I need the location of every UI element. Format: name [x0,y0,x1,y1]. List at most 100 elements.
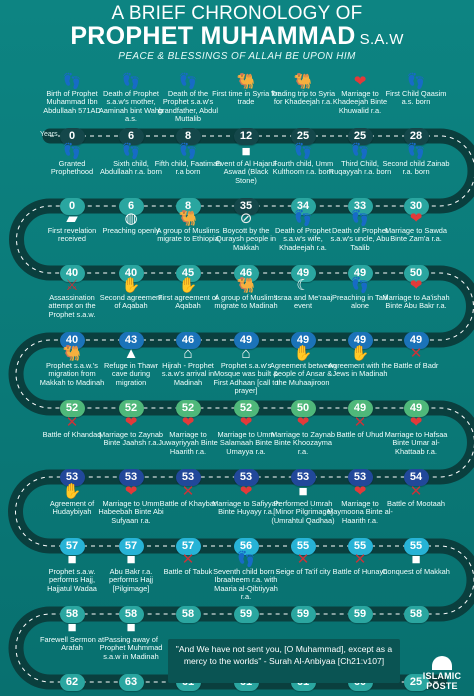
year-node: 28 [403,127,429,145]
crossed-swords-icon: ✕ [353,414,367,431]
camel-icon: 🐫 [236,277,256,294]
camel-icon: 🐫 [178,210,198,227]
event-label: First Child Qaasim a.s. born [385,89,447,107]
footprints-icon: 👣 [293,143,313,160]
globe-icon: ◍ [124,210,138,227]
event-label: Battle of Mootaah [387,499,445,508]
footprints-icon: 👣 [121,73,141,90]
kaaba-icon: ■ [126,619,136,636]
hearts-icon: ❤ [296,414,310,431]
year-node: 25 [290,127,316,145]
camel-icon: 🐫 [293,73,313,90]
hearts-icon: ❤ [409,414,423,431]
footprints-icon: 👣 [293,210,313,227]
footprints-icon: 👣 [350,210,370,227]
event-label: Granted Prophethood [50,159,94,177]
camel-icon: 🐫 [62,345,82,362]
footprints-icon: 👣 [178,73,198,90]
event-label: First revelation received [47,226,97,244]
event-label: Birth of Prophet Muhammad Ibn Abdullaah … [43,89,101,115]
year-node: 63 [118,673,144,691]
year-node: 59 [290,605,316,623]
years-label: Years [40,131,58,138]
kaaba-icon: ■ [241,143,251,160]
crossed-swords-icon: ✕ [409,483,423,500]
crossed-swords-icon: ✕ [409,345,423,362]
moon-icon: ☾ [296,277,310,294]
year-node: 59 [347,605,373,623]
event-label: Assassination attempt on the Prophet s.a… [48,293,96,319]
event-label: Battle of Badr [393,361,439,370]
quran-icon: ▰ [66,210,78,227]
year-node: 6 [118,127,144,145]
mosque-icon: ⌂ [241,345,251,362]
footprints-icon: 👣 [350,143,370,160]
event-label: Seventh child born - Ibraaheem r.a. with… [213,567,279,602]
year-node: 58 [403,605,429,623]
event-label: Abu Bakr r.a. performs Hajj [Pilgimage] [109,567,153,593]
handshake-icon: ✋ [178,277,198,294]
event-label: Battle of Khandaq [42,430,102,439]
hearts-icon: ❤ [239,414,253,431]
year-node: 58 [175,605,201,623]
event-label: Event of Al Hajarul Aswad (Black Stone) [215,159,277,185]
hearts-icon: ❤ [353,483,367,500]
hearts-icon: ❤ [181,414,195,431]
footprints-icon: 👣 [350,277,370,294]
sword-icon: ⚔ [65,277,79,294]
crossed-swords-icon: ✕ [353,551,367,568]
mountain-icon: ▲ [123,345,139,362]
year-node: 25 [347,127,373,145]
event-label: Second agreement of Aqabah [99,293,163,311]
event-label: Farewell Sermon at Arafah [39,635,105,653]
event-label: Marriage to Zaynab Binte Jaahsh r.a. [98,430,164,448]
year-node: 12 [233,127,259,145]
event-label: A group of Muslims migrate to Madinah [214,293,278,311]
handshake-icon: ✋ [62,483,82,500]
event-label: Prophet s.a.w.'s migration from Makkah t… [39,361,105,387]
kaaba-icon: ■ [411,551,421,568]
year-node: 59 [233,605,259,623]
infographic-canvas: A BRIEF CHRONOLOGY OF PROPHET MUHAMMAD S.… [0,0,474,696]
mosque-dome-icon [432,656,452,670]
event-label: Marriage to Sawda Binte Zam'a r.a. [384,226,448,244]
handshake-icon: ✋ [350,345,370,362]
event-label: Passing away of Prophet Muhmmad s.a.w in… [99,635,163,661]
brand-name: ISLAMIC POSTE [422,671,462,691]
year-node: 0 [59,127,85,145]
crossed-swords-icon: ✕ [181,551,195,568]
event-label: Sixth child, Abdullaah r.a. born [99,159,163,177]
crossed-swords-icon: ✕ [296,551,310,568]
handshake-icon: ✋ [293,345,313,362]
footprints-icon: 👣 [121,143,141,160]
handshake-icon: ✋ [121,277,141,294]
hearts-icon: ❤ [124,414,138,431]
brand-logo: ISLAMIC POSTE [413,656,471,691]
quran-quote: "And We have not sent you, [O Muhammad],… [168,639,400,683]
footprints-icon: 👣 [62,143,82,160]
footprints-icon: 👣 [178,143,198,160]
camel-icon: 🐫 [236,73,256,90]
event-label: Prophet s.a.w. performs Hajj, Hajjatul W… [47,567,97,593]
hearts-icon: ❤ [124,483,138,500]
hearts-icon: ❤ [353,73,367,90]
kaaba-icon: ■ [67,619,77,636]
hearts-icon: ❤ [239,483,253,500]
event-label: Agreement of Hudaybiyah [49,499,95,517]
kaaba-icon: ■ [298,483,308,500]
crossed-swords-icon: ✕ [65,414,79,431]
event-label: Marriage to Umm Salamaah Binte Umayya r.… [217,430,275,456]
kaaba-icon: ■ [67,551,77,568]
footprints-icon: 👣 [406,143,426,160]
kaaba-icon: ■ [126,551,136,568]
mosque-icon: ⌂ [183,345,193,362]
footprints-icon: 👣 [236,551,256,568]
hearts-icon: ❤ [409,210,423,227]
crossed-swords-icon: ✕ [181,483,195,500]
year-node: 8 [175,127,201,145]
hearts-icon: ❤ [409,277,423,294]
no-entry-icon: ⊘ [239,210,253,227]
footprints-icon: 👣 [406,73,426,90]
year-node: 62 [59,673,85,691]
footprints-icon: 👣 [62,73,82,90]
